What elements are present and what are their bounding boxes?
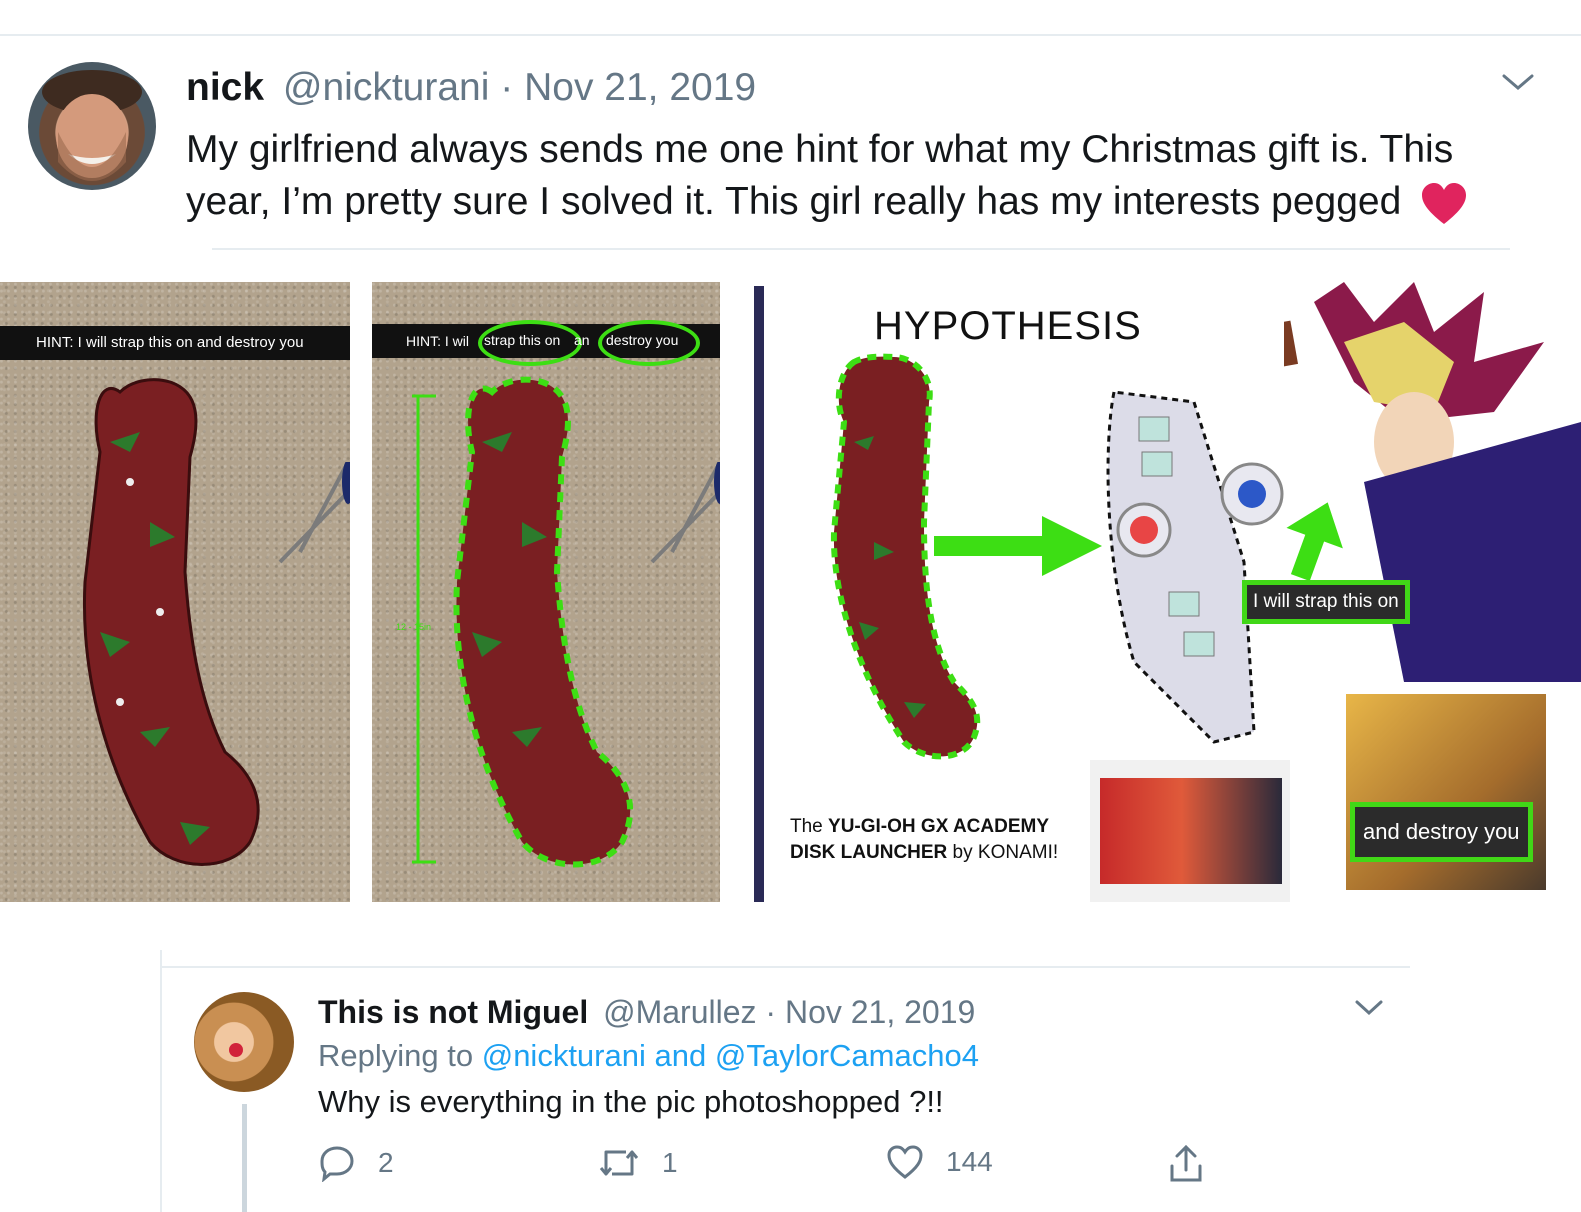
label-strap-this-on: I will strap this on xyxy=(1242,580,1410,624)
heart-emoji-icon xyxy=(1422,182,1467,224)
reply-text: Why is everything in the pic photoshoppe… xyxy=(318,1084,944,1119)
measurement-label: 12 - 15in xyxy=(396,622,432,632)
author-name[interactable]: nick xyxy=(186,66,264,109)
tweet-header: nick @nickturani · Nov 21, 2019 xyxy=(186,64,756,112)
replying-prefix: Replying to xyxy=(318,1038,474,1073)
like-action[interactable]: 144 xyxy=(886,1144,993,1180)
reply-header-separator: · xyxy=(765,994,777,1030)
label-and-destroy-you: and destroy you xyxy=(1350,802,1533,862)
scissors-icon xyxy=(650,462,720,564)
caption-rest: by KONAMI! xyxy=(947,842,1059,863)
tweet-date[interactable]: Nov 21, 2019 xyxy=(524,66,756,109)
reply-left-border xyxy=(160,950,162,1212)
author-handle[interactable]: @nickturani xyxy=(283,66,490,109)
replying-user-1[interactable]: @nickturani xyxy=(482,1038,646,1073)
caption-line-2: DISK LAUNCHER by KONAMI! xyxy=(790,840,1058,866)
chevron-down-icon[interactable] xyxy=(1500,70,1536,94)
tweet-text-line-2-text: year, I’m pretty sure I solved it. This … xyxy=(186,180,1402,223)
reply-icon xyxy=(320,1146,354,1182)
image-panel-1[interactable]: HINT: I will strap this on and destroy y… xyxy=(0,282,350,902)
replying-and: and xyxy=(654,1038,707,1073)
scissors-icon xyxy=(278,462,350,564)
tweet-divider xyxy=(212,248,1510,250)
share-action[interactable] xyxy=(1168,1144,1204,1184)
tweet-text: My girlfriend always sends me one hint f… xyxy=(186,124,1536,228)
reply-header: This is not Miguel @Marullez · Nov 21, 2… xyxy=(318,992,975,1032)
image-panel-2[interactable]: HINT: I wil strap this on an destroy you… xyxy=(372,282,720,902)
wrapped-gift-outlined xyxy=(412,376,634,868)
reply-date[interactable]: Nov 21, 2019 xyxy=(785,994,975,1030)
chevron-down-icon[interactable] xyxy=(1354,998,1384,1018)
reply-action[interactable]: 2 xyxy=(318,1144,394,1182)
header-separator: · xyxy=(500,66,514,109)
wrapped-gift-shape xyxy=(82,378,260,866)
retweet-action[interactable]: 1 xyxy=(598,1144,678,1182)
share-icon xyxy=(1170,1144,1202,1182)
top-divider xyxy=(0,34,1581,36)
reply-author-name[interactable]: This is not Miguel xyxy=(318,994,588,1030)
product-box-photo xyxy=(1090,760,1290,902)
arrow-up-icon xyxy=(1286,502,1343,580)
replying-to: Replying to @nickturani and @TaylorCamac… xyxy=(318,1036,979,1076)
replying-user-2[interactable]: @TaylorCamacho4 xyxy=(715,1038,979,1073)
retweet-icon xyxy=(599,1150,639,1176)
like-icon xyxy=(887,1145,923,1179)
caption-prefix: The xyxy=(790,816,829,837)
tweet-text-line-2: year, I’m pretty sure I solved it. This … xyxy=(186,176,1536,228)
reply-count: 2 xyxy=(378,1147,394,1178)
reply-divider xyxy=(162,966,1410,968)
product-caption: The YU-GI-OH GX ACADEMY DISK LAUNCHER by… xyxy=(790,814,1058,866)
like-count: 144 xyxy=(946,1146,993,1177)
image-panel-3[interactable]: HYPOTHESIS I will strap this on and dest… xyxy=(754,282,1581,902)
retweet-count: 1 xyxy=(662,1147,678,1178)
product-box xyxy=(1100,778,1282,884)
panel-left-border xyxy=(754,286,764,902)
arrow-right-icon xyxy=(934,516,1102,576)
reply-avatar-image xyxy=(229,1043,243,1057)
tweet-text-line-1: My girlfriend always sends me one hint f… xyxy=(186,128,1454,171)
reply-author-handle[interactable]: @Marullez xyxy=(603,994,756,1030)
reply-author-avatar[interactable] xyxy=(194,992,294,1092)
caption-line-1: The YU-GI-OH GX ACADEMY xyxy=(790,814,1058,840)
caption-bold-1: YU-GI-OH GX ACADEMY xyxy=(828,816,1049,837)
thread-line xyxy=(242,1104,247,1212)
author-avatar[interactable] xyxy=(28,62,156,190)
avatar-face xyxy=(42,70,142,181)
caption-bold-2: DISK LAUNCHER xyxy=(790,842,948,863)
